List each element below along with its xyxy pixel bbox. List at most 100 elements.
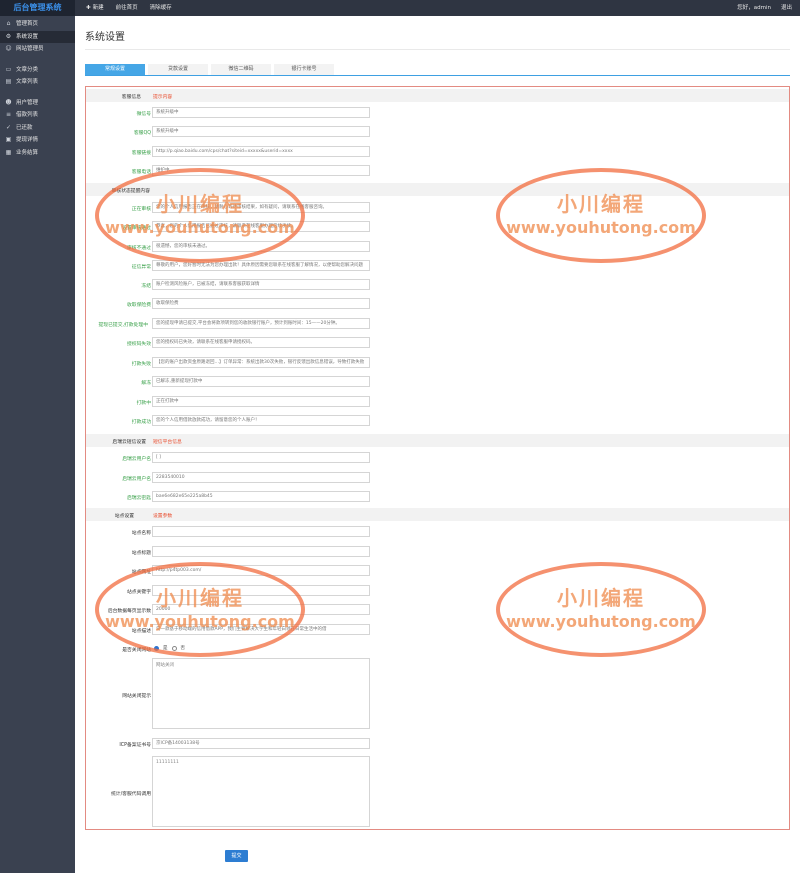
sidebar-item-article-category[interactable]: ▭ 文章分类 [0,64,75,77]
pay-fail-input[interactable]: 【您的账户出款资金原路退回…】订单异常：系统出款30次失败，银行反馈出款信息错误… [152,357,370,368]
watermark-line1: 小川编程 [156,586,244,610]
site-title-input[interactable] [152,546,370,557]
sidebar-item-withdraw[interactable]: ▣ 提现详情 [0,134,75,147]
sidebar-item-system-settings[interactable]: ⚙ 系统设置 [0,30,75,43]
service-phone-label: 客服电话 [131,170,151,175]
sidebar-item-home[interactable]: ⌂ 管理首页 [0,18,75,31]
site-title-label: 站点标题 [131,551,151,556]
qq-input[interactable]: 系统升级中 [152,126,370,137]
cloud-key-input[interactable]: bae6e682e65e225a8b45 [152,491,370,502]
tab-wechat-qr[interactable]: 微信二维码 [211,64,271,75]
app-logo: 后台管理系统 [0,0,75,16]
sidebar-item-settlement[interactable]: ▦ 业务结算 [0,147,75,160]
unfrozen-label: 解冻 [141,381,151,386]
withdraw-processing-input[interactable]: 您的提现申请已提交,平台会将款项转到您的收款银行账户，预计到账时间：15——20… [152,318,370,329]
watermark-line1: 小川编程 [156,192,244,216]
close-tip-textarea[interactable]: 网站关闭 [152,658,370,729]
list-icon: ≡ [5,111,12,118]
auth-fail-input[interactable]: 您的授权码已失效，请联系在线客服申请授权码。 [152,337,370,348]
greeting-text: 您好，admin [737,5,771,11]
user-icon: ☺ [5,45,12,52]
sidebar-item-repaid[interactable]: ✓ 已还款 [0,122,75,135]
service-link-label: 客服链接 [131,151,151,156]
icp-label: ICP备案证书号 [119,743,151,748]
submit-button[interactable]: 提交 [225,850,248,862]
section-note: 提示内容 [153,95,173,100]
tab-bank-account[interactable]: 银行卡账号 [274,64,334,75]
sidebar-item-article-list[interactable]: ▤ 文章列表 [0,76,75,89]
cloud-pass-input[interactable]: 2283540010 [152,472,370,483]
watermark: 小川编程 www.youhutong.com [496,168,706,263]
cloud-pass-label: 启瑞云用户名 [122,477,151,482]
main-content: 系统设置 常规设置 贷款设置 微信二维码 银行卡账号 客服信息 提示内容 微信号… [75,16,800,873]
watermark-line2: www.youhutong.com [506,612,696,631]
new-button[interactable]: ✚ 新建 [80,0,110,16]
section-kefu: 客服信息 提示内容 [86,89,789,102]
paying-input[interactable]: 正在打款中 [152,396,370,407]
sidebar-item-label: 用户管理 [16,99,39,106]
frozen-input[interactable]: 账户检测风险账户，已被冻结，请联系客服获取详情 [152,279,370,290]
frozen-label: 冻结 [141,284,151,289]
close-tip-label: 网站关闭提示 [122,694,151,699]
wallet-icon: ▣ [5,136,12,143]
section-label: 站点设置 [114,514,134,519]
pay-success-label: 打款成功 [131,420,151,425]
insurance-input[interactable]: 收取保险费 [152,298,370,309]
sidebar-item-label: 文章列表 [16,79,39,85]
sidebar-item-label: 管理首页 [16,21,39,27]
folder-icon: ▭ [5,65,12,73]
stats-code-textarea[interactable]: 11111111 [152,756,370,827]
gear-icon: ⚙ [5,32,12,40]
goto-home-link[interactable]: 前往首页 [110,0,144,16]
sidebar-item-label: 系统设置 [16,33,39,40]
icp-input[interactable]: 京ICP备14003138号 [152,738,370,749]
sidebar-item-loans[interactable]: ≡ 借款列表 [0,109,75,122]
check-icon: ✓ [5,123,12,131]
qq-label: 客服QQ [133,131,151,136]
top-right: 您好，admin 退出 [737,0,792,16]
watermark-line2: www.youhutong.com [506,218,696,237]
divider [85,49,790,50]
pay-fail-label: 打款失败 [131,362,151,367]
cloud-key-label: 启瑞云密匙 [127,496,151,501]
clear-cache-button[interactable]: 清除缓存 [144,0,178,16]
cloud-user-label: 启瑞云用户名 [122,457,151,462]
tab-loan[interactable]: 贷款设置 [148,64,208,75]
sidebar-item-label: 业务结算 [16,149,39,156]
section-label: 客服信息 [121,95,141,100]
section-site: 站点设置 设置参数 [86,508,789,521]
sidebar: ⌂ 管理首页 ⚙ 系统设置 ☺ 网站管理员 ▭ 文章分类 ▤ 文章列表 ☻ 用户管理 ≡ 借款… [0,16,75,873]
auth-fail-label: 授权码失效 [127,342,151,347]
paying-label: 打款中 [136,401,151,406]
tab-general[interactable]: 常规设置 [85,64,145,75]
cloud-user-input[interactable]: [ ] [152,452,370,463]
watermark-line1: 小川编程 [557,586,645,610]
sidebar-item-admins[interactable]: ☺ 网站管理员 [0,43,75,56]
logout-link[interactable]: 退出 [781,0,792,16]
service-link-input[interactable]: http://p.qiao.baidu.com/cps/chat?siteid=… [152,146,370,157]
top-nav: ✚ 新建 前往首页 清除缓存 [80,0,178,16]
pay-success-input[interactable]: 您的个人信用借款放款成功，请留意您的个人账户！ [152,415,370,426]
doc-icon: ▤ [5,78,12,85]
home-icon: ⌂ [6,20,11,27]
wechat-label: 微信号 [136,112,151,117]
calc-icon: ▦ [5,148,12,156]
unfrozen-input[interactable]: 已解冻,重新提现打款中 [152,376,370,387]
page-title: 系统设置 [85,32,125,43]
stats-code-label: 统计/客服代码调用 [111,792,151,797]
withdraw-processing-label: 提现已提交,打款处理中 [98,323,149,328]
sidebar-item-label: 已还款 [16,124,33,131]
site-name-label: 站点名称 [131,531,151,536]
section-cloud-sms: 启瑞云短信设置 短信平台信息 [86,434,789,447]
credit-abnormal-label: 征信异常 [131,265,151,270]
watermark-line1: 小川编程 [557,192,645,216]
section-label: 启瑞云短信设置 [112,440,146,445]
watermark: 小川编程 www.youhutong.com [496,562,706,657]
users-icon: ☻ [5,98,12,106]
sidebar-item-users[interactable]: ☻ 用户管理 [0,97,75,110]
site-name-input[interactable] [152,526,370,537]
insurance-label: 收取保险费 [127,303,151,308]
wechat-input[interactable]: 系统升级中 [152,107,370,118]
watermark: 小川编程 www.youhutong.com [95,168,305,263]
section-note: 设置参数 [153,514,173,519]
